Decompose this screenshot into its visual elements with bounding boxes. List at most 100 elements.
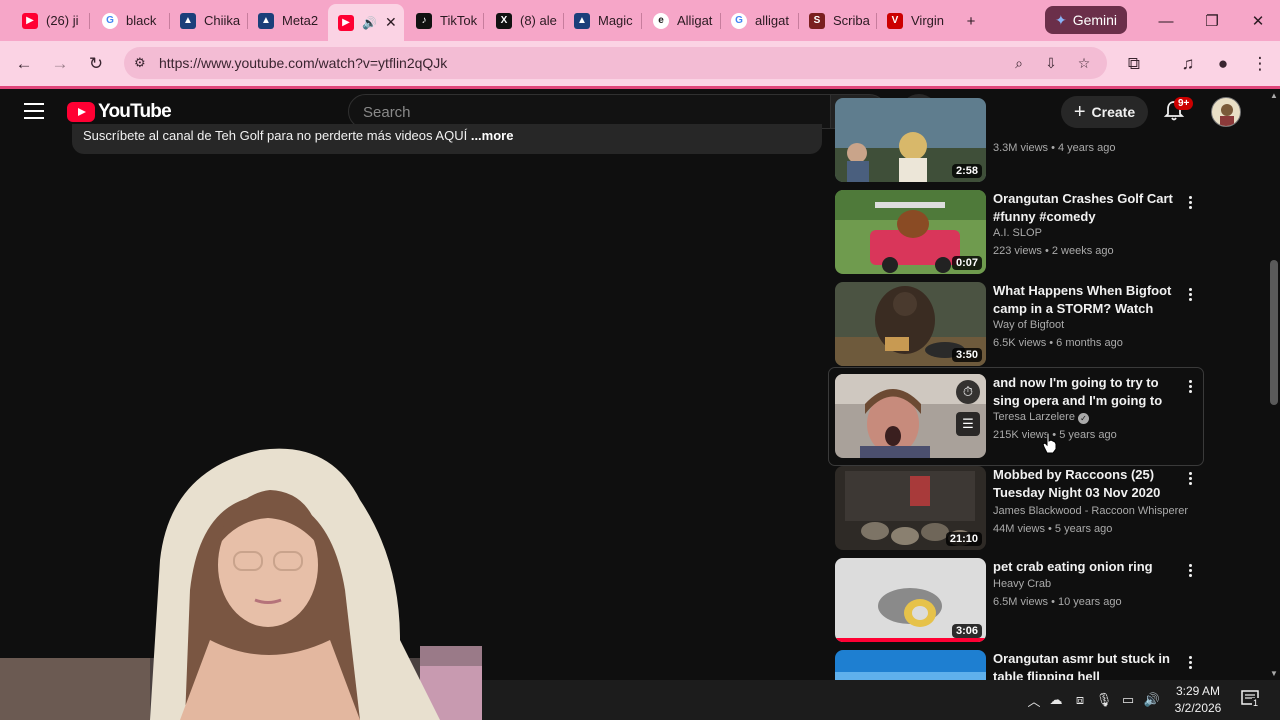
minimize-icon[interactable]: — — [1153, 8, 1179, 34]
meta-ads-icon: ▲ — [258, 12, 274, 29]
browser-tab[interactable]: S Scriba — [799, 6, 877, 35]
menu-icon[interactable] — [24, 103, 44, 119]
notification-center-icon[interactable]: 1 — [1240, 688, 1262, 710]
youtube-logo[interactable]: YouTube — [67, 101, 172, 123]
scroll-up-arrow-icon[interactable]: ▲ — [1270, 91, 1278, 100]
video-thumbnail[interactable]: 0:07 — [835, 190, 986, 274]
browser-tab[interactable]: X (8) ale — [486, 6, 564, 35]
video-thumbnail[interactable]: 3:06 — [835, 558, 986, 642]
reload-icon[interactable]: ↻ — [83, 51, 109, 77]
extensions-icon[interactable]: ⧉ — [1121, 51, 1147, 77]
related-video-item[interactable]: ⏱ ☰ and now I'm going to try to sing ope… — [835, 374, 1205, 458]
watch-later-icon[interactable]: ⏱ — [956, 380, 980, 404]
video-channel[interactable]: James Blackwood - Raccoon Whisperer — [993, 505, 1193, 517]
more-actions-icon[interactable] — [1181, 561, 1199, 579]
more-actions-icon[interactable] — [1181, 285, 1199, 303]
zoom-icon[interactable]: ⌕ — [1010, 54, 1028, 72]
browser-tab[interactable]: ▲ Magic — [564, 6, 642, 35]
tab-label: Scriba — [833, 13, 870, 28]
scroll-down-arrow-icon[interactable]: ▼ — [1270, 669, 1278, 678]
bookmark-star-icon[interactable]: ☆ — [1075, 54, 1093, 72]
meet-now-icon[interactable]: ⧈ — [1072, 692, 1088, 708]
video-thumbnail[interactable]: ⏱ ☰ — [835, 374, 986, 458]
taskbar-clock[interactable]: 3:29 AM 3/2/2026 — [1170, 683, 1226, 717]
browser-tab[interactable]: ▲ Meta2 — [248, 6, 326, 35]
video-channel[interactable]: A.I. SLOP — [993, 227, 1193, 239]
browser-tab[interactable]: ▶ (26) ji — [12, 6, 90, 35]
network-icon[interactable]: ▭ — [1120, 692, 1136, 708]
notification-count: 1 — [1252, 698, 1260, 708]
tab-label: Magic — [598, 13, 633, 28]
related-video-item[interactable]: 3:06 pet crab eating onion ring Heavy Cr… — [835, 558, 1205, 642]
video-meta: 44M views • 5 years ago — [993, 523, 1113, 535]
onedrive-cloud-icon[interactable]: ☁ — [1048, 692, 1064, 708]
restore-icon[interactable]: ❐ — [1199, 8, 1225, 34]
address-bar[interactable]: ⚙ https://www.youtube.com/watch?v=ytflin… — [124, 47, 1107, 79]
back-icon[interactable]: ← — [11, 51, 37, 77]
browser-tab[interactable]: ▲ Chiika — [170, 6, 248, 35]
browser-tab[interactable]: G alligat — [721, 6, 799, 35]
gemini-button[interactable]: ✦ Gemini — [1045, 6, 1127, 34]
browser-menu-icon[interactable]: ⋮ — [1247, 51, 1273, 77]
new-tab-button[interactable]: + — [958, 8, 984, 34]
youtube-icon: ▶ — [22, 12, 38, 29]
video-thumbnail[interactable]: 2:58 — [835, 98, 986, 182]
browser-tab[interactable]: G black — [92, 6, 170, 35]
more-actions-icon[interactable] — [1181, 377, 1199, 395]
related-video-item[interactable]: 3:50 What Happens When Bigfoot camp in a… — [835, 282, 1205, 366]
more-actions-icon[interactable] — [1181, 469, 1199, 487]
tab-label: (8) ale — [520, 13, 557, 28]
video-thumbnail[interactable] — [835, 650, 986, 680]
url-text[interactable]: https://www.youtube.com/watch?v=ytflin2q… — [159, 55, 447, 71]
more-actions-icon[interactable] — [1181, 653, 1199, 671]
install-app-icon[interactable]: ⇩ — [1042, 54, 1060, 72]
video-title[interactable]: Mobbed by Raccoons (25) Tuesday Night 03… — [993, 466, 1179, 502]
scribd-icon: S — [809, 12, 825, 29]
video-channel[interactable]: Way of Bigfoot — [993, 319, 1193, 331]
show-hidden-icons-chevron[interactable]: ︿ — [1026, 692, 1042, 709]
page-scrollbar-thumb[interactable] — [1270, 260, 1278, 405]
video-title[interactable]: Orangutan Crashes Golf Cart #funny #come… — [993, 190, 1179, 226]
search-input[interactable] — [363, 102, 803, 122]
video-title[interactable]: Orangutan asmr but stuck in table flippi… — [993, 650, 1179, 680]
verified-check-icon: ✓ — [1077, 413, 1089, 424]
related-video-item[interactable]: Orangutan asmr but stuck in table flippi… — [835, 650, 1205, 680]
video-meta: 6.5K views • 6 months ago — [993, 337, 1123, 349]
related-video-item[interactable]: 0:07 Orangutan Crashes Golf Cart #funny … — [835, 190, 1205, 274]
browser-tab[interactable]: e Alligat — [643, 6, 721, 35]
google-icon: G — [102, 12, 118, 29]
video-thumbnail[interactable]: 21:10 — [835, 466, 986, 550]
video-thumbnail[interactable]: 3:50 — [835, 282, 986, 366]
account-avatar[interactable] — [1211, 97, 1241, 127]
forward-icon[interactable]: → — [47, 51, 73, 77]
x-icon: X — [496, 12, 512, 29]
video-meta: 223 views • 2 weeks ago — [993, 245, 1114, 257]
speaker-icon[interactable]: 🔊 — [362, 16, 377, 30]
add-to-queue-icon[interactable]: ☰ — [956, 412, 980, 436]
windows-taskbar: ︿ ☁ ⧈ 🎙 ▭ 🔊 — [482, 680, 1280, 720]
video-title[interactable]: pet crab eating onion ring — [993, 558, 1179, 576]
webcam-overlay — [0, 440, 482, 720]
close-window-icon[interactable]: ✕ — [1245, 8, 1271, 34]
video-description[interactable]: Suscríbete al canal de Teh Golf para no … — [72, 124, 822, 154]
webcam-video — [0, 440, 482, 720]
meta-ads-icon: ▲ — [574, 12, 590, 29]
browser-tab-strip: ▶ (26) ji G black ▲ Chiika ▲ Meta2 ▶ 🔊 ✕… — [0, 0, 1280, 41]
video-title[interactable]: What Happens When Bigfoot camp in a STOR… — [993, 282, 1179, 318]
profile-avatar-icon[interactable]: ● — [1210, 51, 1236, 77]
volume-icon[interactable]: 🔊 — [1144, 692, 1160, 708]
video-channel[interactable]: Teresa Larzelere ✓ — [993, 411, 1193, 424]
close-tab-icon[interactable]: ✕ — [385, 14, 397, 31]
microphone-tray-icon[interactable]: 🎙 — [1096, 692, 1113, 708]
browser-tab[interactable]: V Virgin — [877, 6, 955, 35]
browser-tab-active[interactable]: ▶ 🔊 ✕ — [328, 4, 404, 41]
site-settings-icon[interactable]: ⚙ — [134, 55, 150, 71]
media-controls-icon[interactable]: ♫ — [1175, 51, 1201, 77]
show-more-link[interactable]: ...more — [471, 128, 514, 143]
browser-tab[interactable]: ♪ TikTok — [406, 6, 484, 35]
video-channel[interactable]: Heavy Crab — [993, 578, 1193, 590]
related-video-item[interactable]: 2:58 3.3M views • 4 years ago — [835, 98, 1205, 182]
related-video-item[interactable]: 21:10 Mobbed by Raccoons (25) Tuesday Ni… — [835, 466, 1205, 550]
video-title[interactable]: and now I'm going to try to sing opera a… — [993, 374, 1179, 410]
more-actions-icon[interactable] — [1181, 193, 1199, 211]
